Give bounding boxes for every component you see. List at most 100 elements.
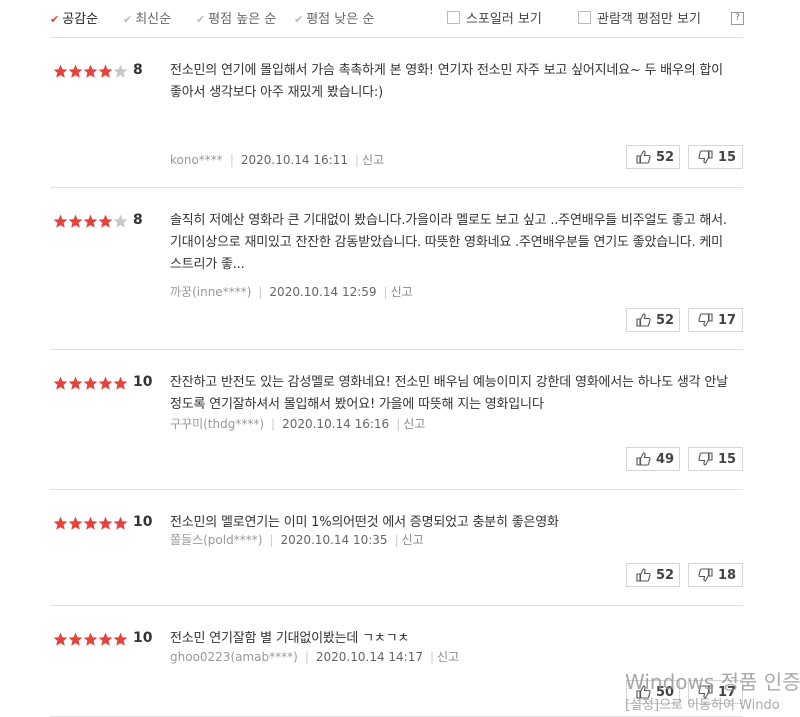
star-icon — [113, 632, 128, 646]
review-item: 10 전소민의 멜로연기는 이미 1%의어떤것 에서 증명되었고 충분히 좋은영… — [50, 489, 743, 606]
report-link[interactable]: 신고 — [362, 153, 384, 167]
star-icon — [53, 632, 68, 646]
checkbox[interactable] — [578, 11, 591, 24]
dislike-button[interactable]: 15 — [688, 447, 743, 471]
dislike-button[interactable]: 15 — [688, 145, 743, 169]
spoiler-label: 스포일러 보기 — [466, 12, 542, 27]
check-icon: ✔ — [123, 13, 133, 26]
sort-option-label: 평점 낮은 순 — [306, 12, 375, 27]
sort-option-latest[interactable]: ✔ 최신순 — [123, 8, 171, 27]
audience-only-toggle[interactable]: 관람객 평점만 보기 — [578, 8, 701, 27]
sort-option-low-rating[interactable]: ✔ 평점 낮은 순 — [294, 8, 374, 27]
review-item: 10 잔잔하고 반전도 있는 감성멜로 영화네요! 전소민 배우님 예능이미지 … — [50, 349, 743, 490]
review-item: 8 솔직히 저예산 영화라 큰 기대없이 봤습니다.가을이라 멜로도 보고 싶고… — [50, 187, 743, 350]
divider: | — [269, 533, 274, 547]
like-button[interactable]: 49 — [626, 447, 680, 471]
star-icon — [83, 214, 98, 228]
review-date: 2020.10.14 16:11 — [240, 153, 348, 167]
checkbox[interactable] — [447, 11, 460, 24]
review-author[interactable]: 까꿍(inne****) — [170, 285, 251, 299]
star-rating — [53, 516, 128, 532]
star-icon — [98, 632, 113, 646]
star-icon — [68, 64, 83, 78]
divider: | — [258, 285, 263, 299]
star-icon — [113, 376, 128, 390]
windows-activation-watermark: Windows 정품 인증 — [625, 670, 800, 694]
review-score: 8 — [133, 62, 143, 78]
star-rating — [53, 632, 128, 648]
review-date: 2020.10.14 10:35 — [280, 533, 388, 547]
report-link[interactable]: 신고 — [402, 533, 424, 547]
review-meta: 쫄들스(pold****) | 2020.10.14 10:35 | 신고 — [170, 531, 424, 548]
sort-option-likes[interactable]: ✔ 공감순 — [50, 8, 98, 27]
like-count: 52 — [656, 313, 675, 328]
like-button[interactable]: 52 — [626, 563, 680, 587]
like-button[interactable]: 52 — [626, 308, 680, 332]
review-text: 전소민의 연기에 몰입해서 가슴 촉촉하게 본 영화! 연기자 전소민 자주 보… — [170, 63, 723, 100]
star-icon — [98, 376, 113, 390]
star-icon — [113, 516, 128, 530]
sort-option-high-rating[interactable]: ✔ 평점 높은 순 — [196, 8, 276, 27]
dislike-count: 15 — [718, 150, 737, 165]
review-text: 잔잔하고 반전도 있는 감성멜로 영화네요! 전소민 배우님 예능이미지 강한데… — [170, 375, 728, 412]
star-icon — [68, 214, 83, 228]
review-meta: ghoo0223(amab****) | 2020.10.14 14:17 | 신고 — [170, 648, 459, 665]
divider: | — [271, 417, 276, 431]
star-icon — [83, 64, 98, 78]
dislike-count: 15 — [718, 452, 737, 467]
review-date: 2020.10.14 16:16 — [282, 417, 390, 431]
windows-activation-hint: [설정]으로 이동하여 Windo — [625, 698, 780, 713]
review-date: 2020.10.14 14:17 — [315, 650, 423, 664]
star-icon — [98, 64, 113, 78]
review-author[interactable]: ghoo0223(amab****) — [170, 650, 298, 664]
star-rating — [53, 376, 128, 392]
review-author[interactable]: kono**** — [170, 153, 223, 167]
help-icon[interactable]: ? — [731, 12, 744, 25]
star-icon — [113, 64, 128, 78]
report-link[interactable]: 신고 — [403, 417, 425, 431]
review-text: 전소민 연기잘함 별 기대없이봤는데 ㄱㅊㄱㅊ — [170, 631, 410, 646]
divider: | — [229, 153, 234, 167]
check-icon: ✔ — [196, 13, 206, 26]
star-icon — [113, 214, 128, 228]
divider: | — [394, 533, 399, 547]
review-item: 8 전소민의 연기에 몰입해서 가슴 촉촉하게 본 영화! 연기자 전소민 자주… — [50, 37, 743, 188]
dislike-count: 18 — [718, 568, 737, 583]
star-icon — [53, 64, 68, 78]
review-meta: 까꿍(inne****) | 2020.10.14 12:59 | 신고 — [170, 283, 413, 300]
review-score: 10 — [133, 374, 153, 390]
dislike-count: 17 — [718, 313, 737, 328]
divider: | — [304, 650, 309, 664]
divider: | — [429, 650, 435, 664]
like-button[interactable]: 52 — [626, 145, 680, 169]
star-rating — [53, 64, 128, 80]
review-author[interactable]: 쫄들스(pold****) — [170, 533, 262, 547]
like-count: 52 — [656, 150, 675, 165]
review-author[interactable]: 구꾸미(thdg****) — [170, 417, 264, 431]
star-icon — [98, 214, 113, 228]
like-count: 49 — [656, 452, 675, 467]
review-score: 10 — [133, 630, 153, 646]
star-icon — [68, 516, 83, 530]
review-score: 10 — [133, 514, 153, 530]
star-icon — [53, 214, 68, 228]
star-icon — [53, 516, 68, 530]
report-link[interactable]: 신고 — [391, 285, 413, 299]
review-meta: 구꾸미(thdg****) | 2020.10.14 16:16 | 신고 — [170, 415, 425, 432]
review-section: ✔ 공감순 ✔ 최신순 ✔ 평점 높은 순 ✔ 평점 낮은 순 스포일러 보기 관람객 … — [50, 0, 744, 717]
divider: | — [396, 417, 401, 431]
star-icon — [83, 632, 98, 646]
review-text: 솔직히 저예산 영화라 큰 기대없이 봤습니다.가을이라 멜로도 보고 싶고 .… — [170, 213, 727, 272]
report-link[interactable]: 신고 — [437, 650, 459, 664]
check-icon: ✔ — [294, 13, 304, 26]
sort-option-label: 최신순 — [135, 12, 172, 27]
dislike-button[interactable]: 18 — [688, 563, 743, 587]
dislike-button[interactable]: 17 — [688, 308, 743, 332]
audience-only-label: 관람객 평점만 보기 — [597, 12, 701, 27]
sort-bar: ✔ 공감순 ✔ 최신순 ✔ 평점 높은 순 ✔ 평점 낮은 순 스포일러 보기 관람객 … — [50, 0, 744, 38]
star-icon — [68, 376, 83, 390]
star-icon — [83, 376, 98, 390]
sort-option-label: 평점 높은 순 — [208, 12, 277, 27]
divider: | — [383, 285, 388, 299]
spoiler-toggle[interactable]: 스포일러 보기 — [447, 8, 542, 27]
